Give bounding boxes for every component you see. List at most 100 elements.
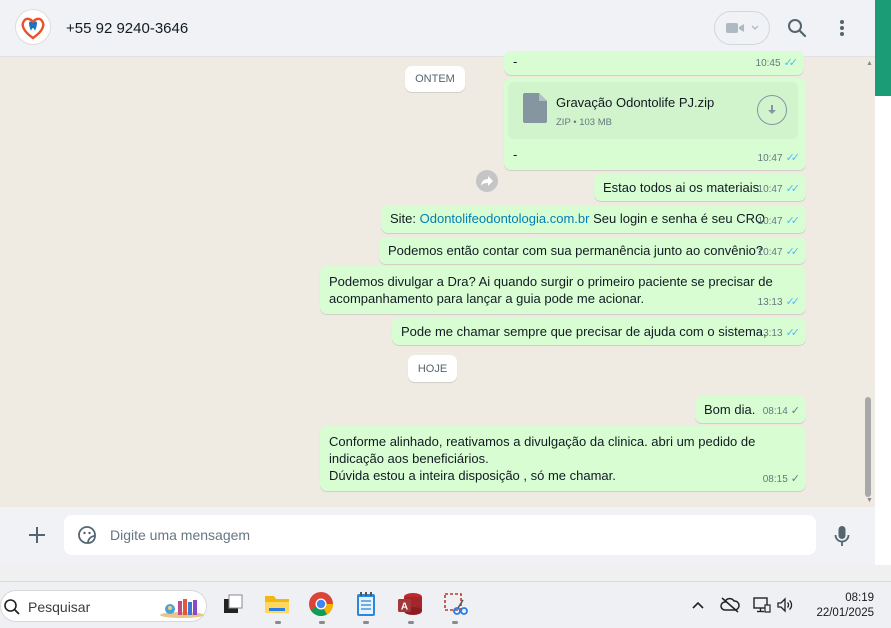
search-button[interactable] [785, 16, 809, 40]
document-file-icon [523, 93, 547, 123]
date-divider-label: ONTEM [415, 73, 455, 85]
forward-button[interactable] [476, 170, 498, 192]
message-bubble[interactable]: Pode me chamar sempre que precisar de aj… [392, 318, 806, 345]
scroll-thumb[interactable] [865, 397, 871, 497]
folder-icon [265, 596, 289, 613]
message-time: 08:15 [762, 474, 788, 485]
file-name: Gravação Odontolife PJ.zip [556, 95, 715, 110]
message-input-box[interactable] [64, 515, 816, 555]
volume-tray-button[interactable] [775, 596, 795, 614]
file-meta: ZIP • 103 MB [556, 114, 612, 131]
file-caption: - [513, 147, 518, 162]
message-meta: 10:47 ✓✓ [758, 181, 801, 198]
message-time: 10:47 [757, 216, 783, 227]
access-button[interactable]: A [396, 590, 424, 618]
scroll-up-arrow-icon[interactable]: ▲ [866, 60, 873, 67]
background-window-edge [875, 0, 891, 565]
menu-button[interactable] [830, 16, 854, 40]
sticker-emoji-icon[interactable] [76, 524, 98, 546]
read-double-check-icon: ✓✓ [785, 183, 801, 195]
message-bubble[interactable]: Site: Odontolifeodontologia.com.br Seu l… [381, 205, 806, 233]
website-link[interactable]: Odontolifeodontologia.com.br [420, 211, 590, 226]
sent-check-icon: ✓ [790, 405, 800, 417]
tooth-heart-logo-icon [21, 17, 45, 40]
task-view-button[interactable] [219, 590, 247, 618]
message-bubble[interactable]: Podemos então contar com sua permanência… [379, 237, 806, 264]
message-input[interactable] [110, 524, 790, 546]
read-double-check-icon: ✓✓ [785, 327, 801, 339]
download-button[interactable] [757, 95, 787, 125]
date-divider-label: HOJE [417, 362, 448, 375]
message-bubble[interactable]: Podemos divulgar a Dra? Ai quando surgir… [320, 266, 806, 314]
taskbar-clock[interactable]: 08:19 22/01/2025 [800, 591, 874, 621]
date-divider: HOJE [408, 355, 457, 382]
notepad-icon [357, 592, 375, 616]
message-text: Pode me chamar sempre que precisar de aj… [401, 324, 767, 339]
taskbar-search[interactable]: Pesquisar [0, 590, 207, 622]
show-hidden-icons-button[interactable] [688, 596, 708, 614]
message-text: - [513, 54, 518, 69]
chevron-down-icon [751, 25, 759, 30]
file-size: 103 MB [579, 117, 612, 128]
chat-scrollbar[interactable]: ▲ ▼ [862, 57, 874, 507]
search-icon [4, 599, 20, 615]
message-time: 08:14 [762, 406, 788, 417]
forward-arrow-icon [481, 176, 493, 186]
app-running-indicator [452, 621, 458, 624]
message-meta: 13:13 ✓✓ [758, 325, 801, 342]
message-bubble[interactable]: Bom dia. 08:14 ✓ [695, 396, 806, 423]
scroll-down-arrow-icon[interactable]: ▼ [866, 497, 873, 504]
message-text: Podemos então contar com sua permanência… [388, 243, 764, 258]
read-double-check-icon: ✓✓ [785, 152, 801, 164]
message-meta: 10:45 ✓✓ [755, 55, 799, 72]
onedrive-tray-button[interactable] [720, 596, 740, 614]
message-prefix: Site: [390, 211, 420, 226]
file-message-bubble[interactable]: Gravação Odontolife PJ.zip ZIP • 103 MB … [504, 78, 806, 170]
read-double-check-icon: ✓✓ [783, 57, 799, 69]
file-type: ZIP [556, 117, 571, 128]
message-meta: 10:47 ✓✓ [757, 150, 801, 167]
speaker-icon [777, 597, 793, 613]
download-arrow-icon [768, 105, 776, 114]
search-highlight-illustration-icon [160, 599, 204, 618]
chrome-button[interactable] [307, 590, 335, 618]
contact-avatar[interactable] [15, 9, 51, 45]
chat-header: +55 92 9240-3646 [0, 0, 875, 57]
message-time: 10:47 [757, 153, 783, 164]
attach-button[interactable] [25, 523, 49, 547]
message-bubble[interactable]: Estao todos ai os materiais 10:47 ✓✓ [594, 174, 806, 201]
network-monitor-icon [753, 597, 771, 613]
clock-date: 22/01/2025 [816, 607, 874, 619]
app-running-indicator [363, 621, 369, 624]
clock-time: 08:19 [845, 592, 874, 604]
video-call-button[interactable] [714, 11, 770, 45]
read-double-check-icon: ✓✓ [785, 246, 801, 258]
file-explorer-button[interactable] [263, 590, 291, 618]
read-double-check-icon: ✓✓ [785, 215, 801, 227]
snipping-tool-button[interactable] [441, 590, 469, 618]
microphone-icon [834, 526, 850, 546]
chevron-up-icon [692, 601, 704, 609]
message-text-line: indicação aos beneficiários. [329, 451, 489, 466]
message-list[interactable]: - 10:45 ✓✓ ONTEM Gravação Odontolife PJ.… [0, 51, 875, 507]
message-bubble[interactable]: Conforme alinhado, reativamos a divulgaç… [320, 426, 806, 491]
network-tray-button[interactable] [752, 596, 772, 614]
chrome-icon [309, 592, 333, 617]
compose-bar [0, 507, 875, 565]
video-camera-icon [726, 23, 744, 33]
notepad-button[interactable] [352, 590, 380, 618]
kebab-menu-icon [840, 20, 844, 36]
message-time: 13:13 [757, 297, 783, 308]
voice-message-button[interactable] [830, 523, 854, 549]
search-icon [788, 19, 807, 38]
file-attachment[interactable]: Gravação Odontolife PJ.zip ZIP • 103 MB [508, 82, 798, 139]
app-running-indicator [319, 621, 325, 624]
message-bubble[interactable]: - 10:45 ✓✓ [504, 51, 804, 75]
cloud-offline-icon [720, 597, 740, 613]
access-icon: A [398, 593, 422, 615]
message-text-line: Conforme alinhado, reativamos a divulgaç… [329, 434, 756, 449]
message-text-line: Dúvida estou a inteira disposição , só m… [329, 468, 616, 483]
message-meta: 10:47 ✓✓ [757, 213, 801, 230]
message-time: 10:45 [755, 58, 781, 69]
contact-name[interactable]: +55 92 9240-3646 [66, 20, 188, 37]
